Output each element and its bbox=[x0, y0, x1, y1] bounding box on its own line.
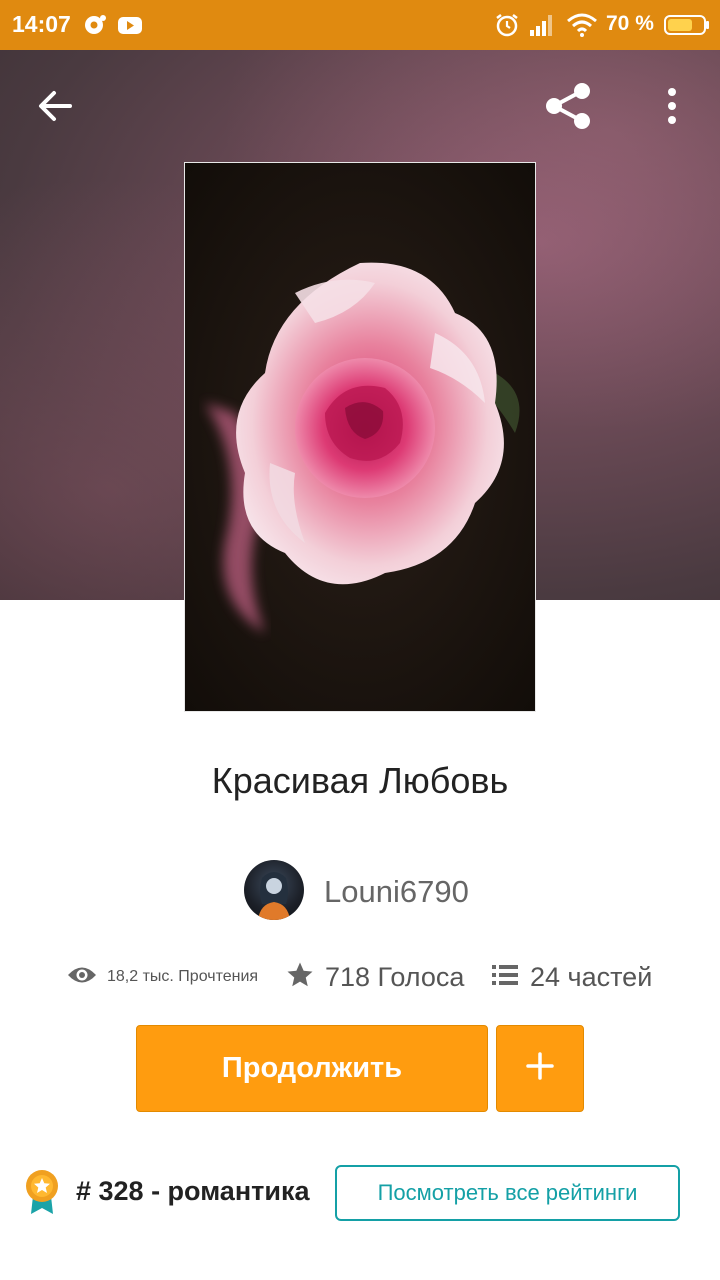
eye-icon bbox=[66, 964, 98, 991]
votes-count: 718 Голоса bbox=[325, 961, 465, 992]
more-options-button[interactable] bbox=[658, 84, 686, 133]
continue-reading-button[interactable]: Продолжить bbox=[136, 1025, 488, 1112]
battery-percent: 70 % bbox=[606, 12, 654, 35]
add-to-library-button[interactable] bbox=[496, 1025, 584, 1112]
status-bar: 14:07 70 % bbox=[0, 0, 720, 50]
reads-stat: 18,2 тыс. Прочтения bbox=[66, 955, 258, 999]
status-time: 14:07 bbox=[12, 11, 71, 37]
story-title: Красивая Любовь bbox=[211, 760, 509, 801]
parts-count: 24 частей bbox=[530, 961, 653, 992]
view-all-rankings-button[interactable]: Посмотреть все рейтинги bbox=[335, 1165, 680, 1221]
plus-icon bbox=[525, 1051, 555, 1086]
parts-stat: 24 частей bbox=[491, 955, 652, 999]
author-name[interactable]: Louni6790 bbox=[324, 874, 469, 910]
battery-icon bbox=[664, 14, 710, 41]
ranking-text: # 328 - романтика bbox=[76, 1176, 310, 1206]
more-vertical-icon bbox=[658, 88, 686, 132]
share-icon bbox=[542, 83, 594, 136]
reads-count: 18,2 тыс. Прочтения bbox=[107, 968, 259, 985]
story-stats: 18,2 тыс. Прочтения 718 Голоса 24 частей bbox=[0, 955, 720, 999]
back-button[interactable] bbox=[34, 86, 78, 131]
rose-cover-image bbox=[185, 163, 535, 711]
notification-icon bbox=[82, 12, 108, 43]
avatar[interactable] bbox=[244, 860, 304, 920]
alarm-icon bbox=[494, 12, 520, 43]
ranking-badge-icon bbox=[24, 1168, 60, 1221]
wifi-icon bbox=[566, 12, 598, 43]
youtube-icon bbox=[117, 12, 143, 43]
arrow-left-icon bbox=[34, 91, 78, 130]
votes-stat: 718 Голоса bbox=[285, 955, 464, 999]
list-icon bbox=[491, 962, 519, 993]
star-icon bbox=[285, 960, 315, 995]
story-cover[interactable] bbox=[184, 162, 536, 712]
signal-icon bbox=[528, 12, 556, 43]
share-button[interactable] bbox=[542, 80, 594, 137]
